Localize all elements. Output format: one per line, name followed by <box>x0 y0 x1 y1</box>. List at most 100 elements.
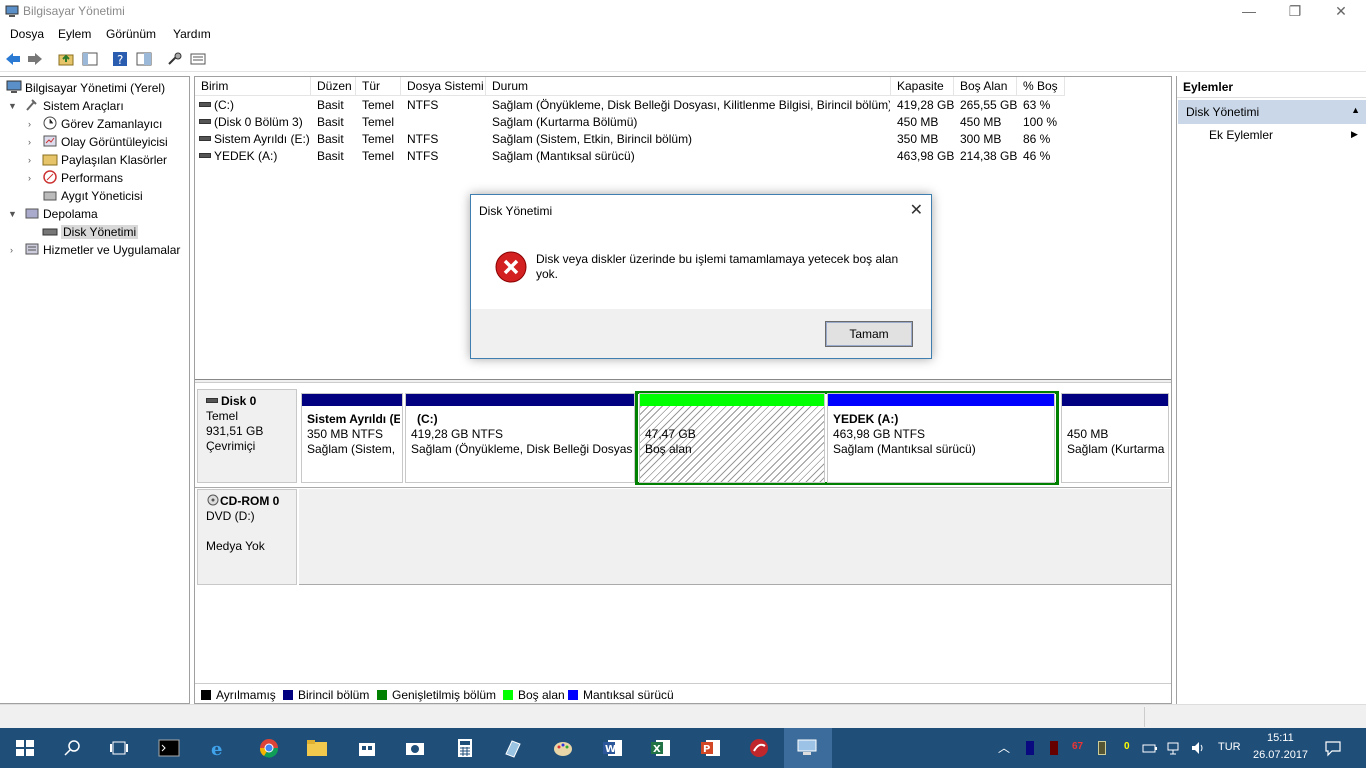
cdrom-drive: DVD (D:) <box>206 509 255 523</box>
computer-management-icon <box>5 5 19 17</box>
tray-app-icon[interactable] <box>1026 741 1034 755</box>
up-folder-icon[interactable] <box>57 50 75 68</box>
partition-c[interactable]: (C:) 419,28 GB NTFS Sağlam (Önyükleme, Dis… <box>405 393 635 483</box>
network-icon[interactable] <box>1166 740 1182 756</box>
legend-item: Boş alan <box>503 688 565 702</box>
notification-center-icon[interactable] <box>1324 739 1342 757</box>
command-prompt-icon[interactable] <box>158 738 180 758</box>
clock-date[interactable]: 26.07.2017 <box>1253 749 1308 761</box>
pane-splitter[interactable] <box>195 379 1171 383</box>
more-actions-item[interactable]: Ek Eylemler <box>1209 128 1273 142</box>
chevron-down-icon[interactable]: ▼ <box>8 209 17 219</box>
media-player-icon[interactable] <box>748 738 770 758</box>
tree-item-shared-folders[interactable]: Paylaşılan Klasörler <box>42 151 167 169</box>
calculator-icon[interactable] <box>454 738 476 758</box>
error-icon <box>495 251 527 283</box>
windows-start-icon[interactable] <box>14 738 36 758</box>
svg-text:e: e <box>211 739 222 758</box>
chevron-down-icon[interactable]: ▼ <box>8 101 17 111</box>
column-header-status[interactable]: Durum <box>486 77 891 96</box>
file-explorer-icon[interactable] <box>306 738 328 758</box>
column-header-free-space[interactable]: Boş Alan <box>954 77 1017 96</box>
collapse-triangle-icon[interactable]: ▲ <box>1351 105 1360 115</box>
event-viewer-icon <box>43 135 57 147</box>
tray-overflow-chevron-icon[interactable]: ︿ <box>998 739 1010 756</box>
excel-icon[interactable]: X <box>650 738 672 758</box>
cdrom-icon <box>207 494 219 506</box>
clock-time[interactable]: 15:11 <box>1267 732 1294 744</box>
legend-item: Ayrılmamış <box>201 688 276 702</box>
paint-icon[interactable] <box>552 738 574 758</box>
taskbar: e W X P ︿ 67 0 TUR 15:11 26.07.2017 <box>0 728 1366 768</box>
forward-arrow-icon[interactable] <box>26 50 44 68</box>
chevron-right-icon[interactable]: › <box>28 173 31 183</box>
partition-system-reserved[interactable]: Sistem Ayrıldı (E 350 MB NTFS Sağlam (Sist… <box>301 393 403 483</box>
ok-button[interactable]: Tamam <box>825 321 913 347</box>
back-arrow-icon[interactable] <box>4 50 22 68</box>
chevron-right-icon[interactable]: › <box>10 245 13 255</box>
notes-icon[interactable] <box>502 738 524 758</box>
column-header-layout[interactable]: Düzen <box>311 77 356 96</box>
svg-text:W: W <box>605 744 616 755</box>
dialog-close-button[interactable]: ✕ <box>910 200 923 220</box>
tree-item-services-apps[interactable]: Hizmetler ve Uygulamalar <box>24 241 180 259</box>
actions-section-disk-management[interactable]: Disk Yönetimi ▲ <box>1178 100 1366 124</box>
tray-app-icon[interactable] <box>1050 741 1058 755</box>
properties-icon[interactable] <box>135 50 153 68</box>
partition-yedek[interactable]: YEDEK (A:) 463,98 GB NTFS Sağlam (Mantıksa… <box>827 393 1055 483</box>
chevron-right-icon[interactable]: › <box>28 119 31 129</box>
tree-item-system-tools[interactable]: Sistem Araçları <box>24 97 124 115</box>
shared-folder-icon <box>42 154 58 166</box>
internet-explorer-icon[interactable]: e <box>208 738 230 758</box>
error-dialog: Disk Yönetimi ✕ Disk veya diskler üzerin… <box>470 194 932 359</box>
close-window-button[interactable]: ✕ <box>1318 0 1364 24</box>
restore-button[interactable]: ❐ <box>1272 0 1318 24</box>
task-view-icon[interactable] <box>108 738 130 758</box>
cdrom-info[interactable]: CD-ROM 0 DVD (D:) Medya Yok <box>197 489 297 585</box>
legend-item: Genişletilmiş bölüm <box>377 688 496 702</box>
title-bar: Bilgisayar Yönetimi — ❐ ✕ <box>0 0 1366 24</box>
volume-icon[interactable] <box>1190 740 1206 756</box>
camera-icon[interactable] <box>404 738 426 758</box>
help-icon[interactable]: ? <box>111 50 129 68</box>
volume-icon <box>199 119 211 124</box>
language-indicator[interactable]: TUR <box>1218 741 1241 753</box>
chevron-right-icon[interactable]: › <box>28 137 31 147</box>
menu-help[interactable]: Yardım <box>173 27 211 41</box>
list-view-icon[interactable] <box>189 50 207 68</box>
tree-root[interactable]: Bilgisayar Yönetimi (Yerel) <box>6 79 165 97</box>
search-icon[interactable] <box>62 738 84 758</box>
battery-icon[interactable] <box>1142 741 1158 755</box>
tree-item-disk-management[interactable]: Disk Yönetimi <box>42 223 139 241</box>
column-header-volume[interactable]: Birim <box>195 77 311 96</box>
tree-item-event-viewer[interactable]: Olay Görüntüleyicisi <box>42 133 168 151</box>
chrome-icon[interactable] <box>258 738 280 758</box>
column-header-percent-free[interactable]: % Boş <box>1017 77 1065 96</box>
disk0-size: 931,51 GB <box>206 424 264 438</box>
store-icon[interactable] <box>356 738 378 758</box>
connect-icon[interactable] <box>166 50 184 68</box>
column-header-type[interactable]: Tür <box>356 77 401 96</box>
show-hide-tree-icon[interactable] <box>81 50 99 68</box>
minimize-button[interactable]: — <box>1226 0 1272 24</box>
tree-item-performance[interactable]: Performans <box>42 169 123 187</box>
tray-app-icon[interactable] <box>1098 741 1106 755</box>
powerpoint-icon[interactable]: P <box>700 738 722 758</box>
computer-management-icon[interactable] <box>796 738 818 758</box>
tree-item-task-scheduler[interactable]: Görev Zamanlayıcı <box>42 115 162 133</box>
tree-item-device-manager[interactable]: Aygıt Yöneticisi <box>42 187 143 205</box>
partition-recovery[interactable]: 450 MB Sağlam (Kurtarma <box>1061 393 1169 483</box>
disk0-status: Çevrimiçi <box>206 439 256 453</box>
column-header-capacity[interactable]: Kapasite <box>891 77 954 96</box>
column-header-filesystem[interactable]: Dosya Sistemi <box>401 77 486 96</box>
volume-icon <box>199 102 211 107</box>
partition-color-bar <box>640 394 824 406</box>
tree-item-storage[interactable]: Depolama <box>24 205 98 223</box>
disk0-info[interactable]: Disk 0 Temel 931,51 GB Çevrimiçi <box>197 389 297 483</box>
menu-view[interactable]: Görünüm <box>106 27 156 41</box>
menu-action[interactable]: Eylem <box>58 27 91 41</box>
chevron-right-icon[interactable]: › <box>28 155 31 165</box>
menu-file[interactable]: Dosya <box>10 27 44 41</box>
word-icon[interactable]: W <box>602 738 624 758</box>
partition-free-space[interactable]: 47,47 GB Boş alan <box>639 393 825 483</box>
